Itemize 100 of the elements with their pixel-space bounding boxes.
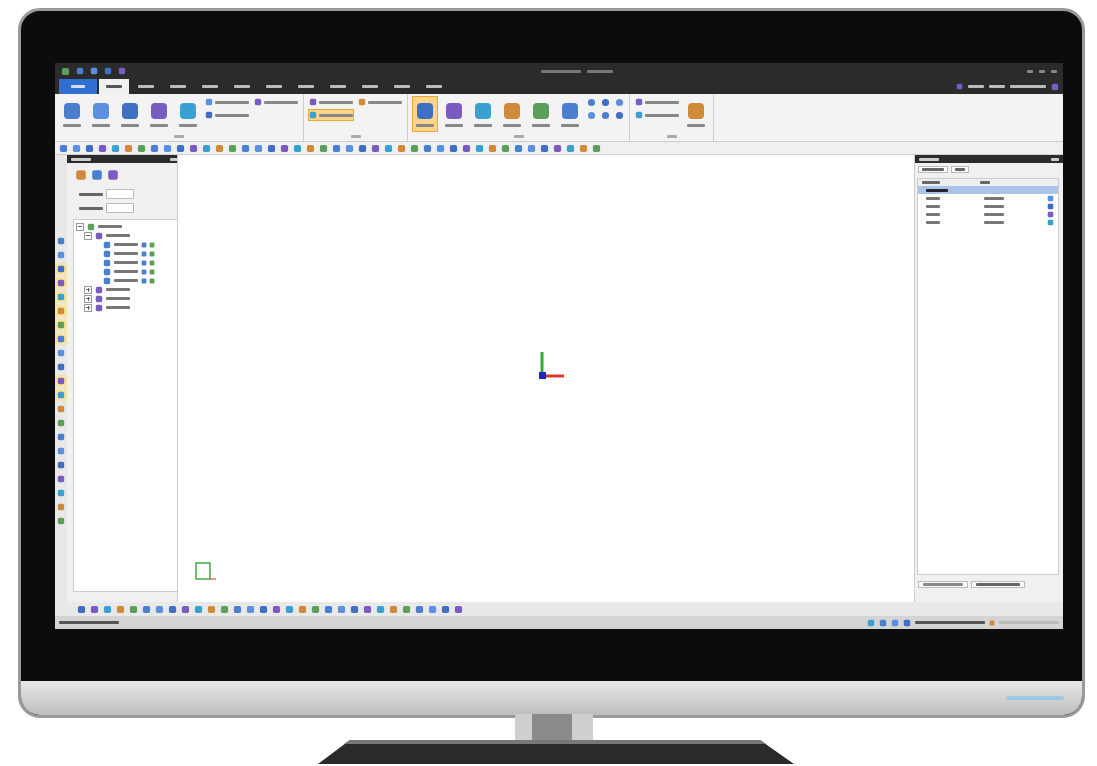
ribbon-button[interactable] [614,96,625,108]
blurred-label [645,100,679,104]
blurred-label [79,206,103,210]
tool-icon[interactable] [473,101,493,121]
blurred-label [170,85,186,88]
blurred-label [59,621,119,624]
tool-icon[interactable] [120,101,140,121]
blurred-label [687,124,705,127]
tool-icon[interactable] [358,98,366,106]
blurred-label [923,583,963,586]
blurred-label [983,204,1004,208]
ribbon-tab[interactable] [59,79,97,94]
circle-icon [615,110,624,120]
tool-icon[interactable] [1051,82,1059,91]
input-field[interactable] [106,189,134,199]
blurred-label [138,85,154,88]
tool-icon[interactable] [62,101,82,121]
blurred-label [150,124,168,127]
ribbon-button[interactable] [204,109,250,121]
tool-icon[interactable] [444,101,464,121]
tool-icon[interactable] [107,169,119,181]
blurred-label [1010,85,1046,88]
blurred-label [426,85,442,88]
tool-icon[interactable] [415,101,435,121]
blurred-label [350,134,361,138]
expander-icon[interactable] [84,285,92,294]
blurred-label [106,306,130,309]
panel-tab[interactable] [951,166,969,173]
blurred-label [234,85,250,88]
blurred-label [532,124,550,127]
expander-icon[interactable] [84,231,92,240]
blurred-label [540,69,581,73]
tool-icon[interactable] [686,101,706,121]
tool-icon[interactable] [560,101,580,121]
ribbon-button[interactable] [634,96,680,108]
blurred-label [79,192,103,196]
blurred-label [63,124,81,127]
circle-icon [615,97,624,107]
blurred-label [503,124,521,127]
blurred-label [319,100,353,104]
blurred-label [445,124,463,127]
blurred-label [106,288,130,291]
blurred-label [561,124,579,127]
tool-icon[interactable] [91,101,111,121]
ribbon-tab[interactable] [99,79,129,94]
ribbon-button[interactable] [412,96,438,132]
panel-tab[interactable] [918,166,948,173]
blurred-label [179,124,197,127]
blurred-label [926,220,940,224]
blurred-label [264,100,298,104]
expander-icon[interactable] [76,222,84,231]
blurred-label [513,134,524,138]
blurred-label [202,85,218,88]
panel-tab[interactable] [918,581,968,588]
ribbon-button[interactable] [308,109,354,121]
blurred-label [586,69,613,73]
blurred-label [926,212,940,216]
blurred-label [266,85,282,88]
blurred-label [983,220,1004,224]
ribbon-button[interactable] [600,96,611,108]
ribbon-button[interactable] [614,109,625,121]
blurred-label [71,157,91,161]
tool-icon[interactable] [178,101,198,121]
tool-icon[interactable] [956,83,963,90]
blurred-label [968,85,984,88]
ribbon-button[interactable] [600,109,611,121]
blurred-label [330,85,346,88]
blurred-label [114,261,138,264]
blurred-label [106,234,130,237]
ribbon-button[interactable] [253,96,299,108]
tool-icon[interactable] [149,101,169,121]
blurred-label [92,124,110,127]
ribbon-button[interactable] [586,96,597,108]
blurred-label [114,243,138,246]
blurred-label [416,124,434,127]
tool-icon[interactable] [502,101,522,121]
expander-icon[interactable] [84,303,92,312]
blurred-label [298,85,314,88]
property-row[interactable] [918,186,1058,194]
blurred-label [368,100,402,104]
tool-icon[interactable] [75,169,87,181]
input-field[interactable] [106,203,134,213]
blurred-label [976,583,1020,586]
tool-icon[interactable] [531,101,551,121]
blurred-label [474,124,492,127]
ribbon-button[interactable] [586,109,597,121]
blurred-label [983,212,1004,216]
ribbon-button[interactable] [308,96,354,108]
tool-icon[interactable] [254,98,262,106]
blurred-label [926,196,940,200]
power-light [1006,696,1064,700]
circle-icon [601,97,610,107]
blurred-label [114,279,138,282]
dropdown-field[interactable] [971,581,1025,588]
blurred-label [1051,157,1059,161]
tool-icon[interactable] [91,169,103,181]
blurred-label [919,157,939,161]
ribbon-button[interactable] [634,109,680,121]
expander-icon[interactable] [84,294,92,303]
blurred-label [922,181,940,184]
